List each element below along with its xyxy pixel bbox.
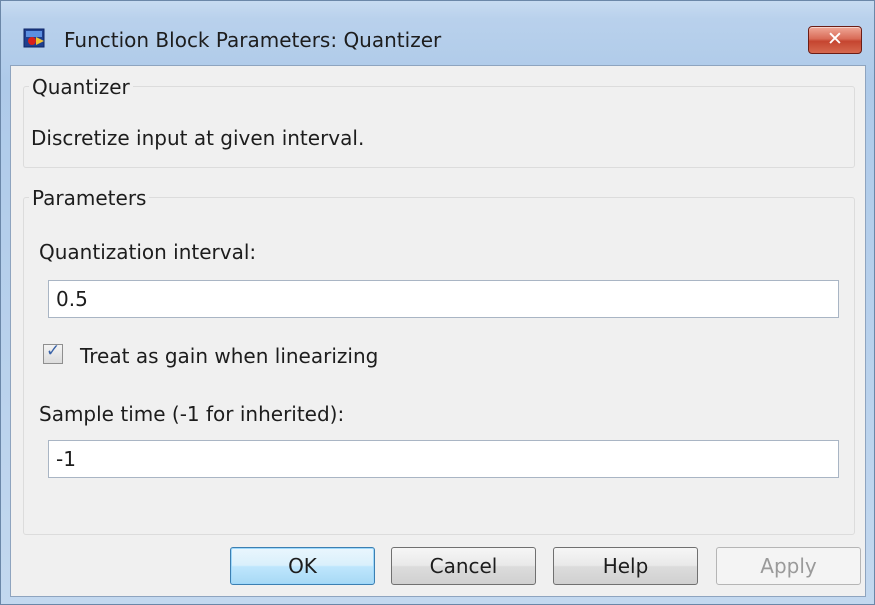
checkmark-icon: ✓ xyxy=(46,341,61,361)
help-button[interactable]: Help xyxy=(553,547,698,585)
ok-button[interactable]: OK xyxy=(230,547,375,585)
cancel-button[interactable]: Cancel xyxy=(391,547,536,585)
apply-button[interactable]: Apply xyxy=(716,547,861,585)
parameters-group-title: Parameters xyxy=(29,186,150,210)
close-button[interactable]: ✕ xyxy=(808,26,862,54)
quantization-interval-input[interactable]: 0.5 xyxy=(48,280,839,318)
treat-as-gain-label[interactable]: Treat as gain when linearizing xyxy=(80,344,378,368)
window-title: Function Block Parameters: Quantizer xyxy=(64,28,442,52)
simulink-block-icon xyxy=(23,28,45,48)
dialog-window: Function Block Parameters: Quantizer ✕ Q… xyxy=(0,0,875,605)
dialog-client-area: Quantizer Discretize input at given inte… xyxy=(10,65,866,597)
treat-as-gain-checkbox[interactable]: ✓ xyxy=(43,341,63,364)
sample-time-input[interactable]: -1 xyxy=(48,440,839,478)
description-group-title: Quantizer xyxy=(29,75,133,99)
block-description: Discretize input at given interval. xyxy=(31,126,365,150)
title-bar[interactable]: Function Block Parameters: Quantizer ✕ xyxy=(1,1,874,54)
quantization-interval-label: Quantization interval: xyxy=(39,240,257,264)
sample-time-label: Sample time (-1 for inherited): xyxy=(39,402,345,426)
